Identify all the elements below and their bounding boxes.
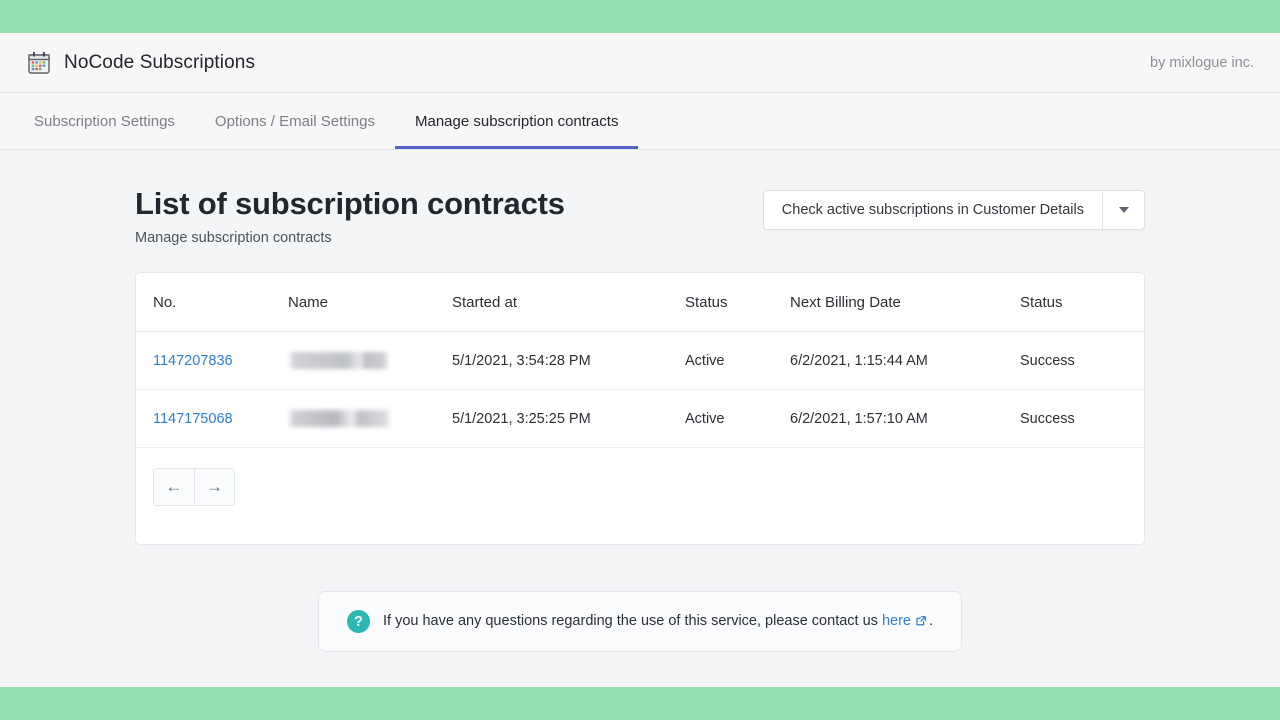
check-active-subscriptions-dropdown-toggle[interactable] [1102, 191, 1144, 229]
spiral-calendar-icon [26, 50, 52, 76]
vendor-byline: by mixlogue inc. [1150, 55, 1254, 71]
check-active-subscriptions-split-button[interactable]: Check active subscriptions in Customer D… [763, 190, 1145, 230]
column-header-name: Name [288, 273, 452, 332]
cell-status: Active [685, 390, 790, 448]
cell-status: Active [685, 332, 790, 390]
contact-here-link[interactable]: here [882, 613, 911, 629]
bottom-accent-bar [0, 687, 1280, 720]
cell-started-at: 5/1/2021, 3:54:28 PM [452, 332, 685, 390]
cell-contract-no: 1147175068 [136, 390, 288, 448]
column-header-started-at: Started at [452, 273, 685, 332]
help-text-after: . [929, 613, 933, 629]
pagination-next-label: → [206, 477, 223, 497]
tab-options-email-settings[interactable]: Options / Email Settings [195, 93, 395, 149]
tab-label: Options / Email Settings [215, 113, 375, 130]
app-header: NoCode Subscriptions by mixlogue inc. [0, 33, 1280, 93]
app-title: NoCode Subscriptions [64, 52, 255, 74]
column-header-no: No. [136, 273, 288, 332]
table-row: 1147207836 5/1/2021, 3:54:28 PM Active 6… [136, 332, 1144, 390]
contracts-table-head: No. Name Started at Status Next Billing … [136, 273, 1144, 332]
cell-next-billing-date: 6/2/2021, 1:15:44 AM [790, 332, 1020, 390]
contracts-table-body: 1147207836 5/1/2021, 3:54:28 PM Active 6… [136, 332, 1144, 448]
cell-result-status: Success [1020, 332, 1144, 390]
top-accent-bar [0, 0, 1280, 33]
tab-subscription-settings[interactable]: Subscription Settings [14, 93, 195, 149]
table-header-row: No. Name Started at Status Next Billing … [136, 273, 1144, 332]
help-banner: ? If you have any questions regarding th… [318, 591, 962, 652]
page-title: List of subscription contracts [135, 186, 565, 222]
pagination: ← → [136, 448, 1144, 544]
main-content: List of subscription contracts Manage su… [0, 150, 1280, 687]
cell-customer-name [288, 332, 452, 390]
pager-group: ← → [153, 468, 235, 506]
redacted-name [288, 410, 392, 427]
cell-contract-no: 1147207836 [136, 332, 288, 390]
contracts-table: No. Name Started at Status Next Billing … [136, 273, 1144, 448]
chevron-down-icon [1119, 207, 1129, 213]
cell-customer-name [288, 390, 452, 448]
help-banner-wrap: ? If you have any questions regarding th… [135, 591, 1145, 652]
tab-label: Manage subscription contracts [415, 113, 618, 130]
external-link-icon[interactable] [915, 615, 927, 631]
question-mark-glyph: ? [354, 614, 363, 629]
tab-label: Subscription Settings [34, 113, 175, 130]
page-subtitle: Manage subscription contracts [135, 230, 565, 246]
column-header-next-billing-date: Next Billing Date [790, 273, 1020, 332]
arrow-right-icon[interactable]: → [194, 469, 234, 505]
help-text-before: If you have any questions regarding the … [383, 613, 878, 629]
page-header: List of subscription contracts Manage su… [135, 186, 1145, 246]
column-header-status: Status [685, 273, 790, 332]
pagination-prev-label: ← [166, 477, 183, 497]
check-active-subscriptions-label: Check active subscriptions in Customer D… [782, 202, 1084, 218]
table-row: 1147175068 5/1/2021, 3:25:25 PM Active 6… [136, 390, 1144, 448]
cell-result-status: Success [1020, 390, 1144, 448]
tab-bar: Subscription Settings Options / Email Se… [0, 93, 1280, 150]
question-mark-icon: ? [347, 610, 370, 633]
cell-next-billing-date: 6/2/2021, 1:57:10 AM [790, 390, 1020, 448]
arrow-left-icon[interactable]: ← [154, 469, 194, 505]
tab-manage-subscription-contracts[interactable]: Manage subscription contracts [395, 93, 638, 149]
contract-number-link[interactable]: 1147175068 [153, 411, 233, 427]
page-heading-group: List of subscription contracts Manage su… [135, 186, 565, 246]
column-header-result-status: Status [1020, 273, 1144, 332]
contract-number-link[interactable]: 1147207836 [153, 353, 233, 369]
help-text: If you have any questions regarding the … [383, 613, 933, 631]
contracts-table-card: No. Name Started at Status Next Billing … [135, 272, 1145, 545]
brand: NoCode Subscriptions [26, 50, 255, 76]
check-active-subscriptions-button[interactable]: Check active subscriptions in Customer D… [764, 191, 1102, 229]
cell-started-at: 5/1/2021, 3:25:25 PM [452, 390, 685, 448]
redacted-name [288, 352, 389, 369]
